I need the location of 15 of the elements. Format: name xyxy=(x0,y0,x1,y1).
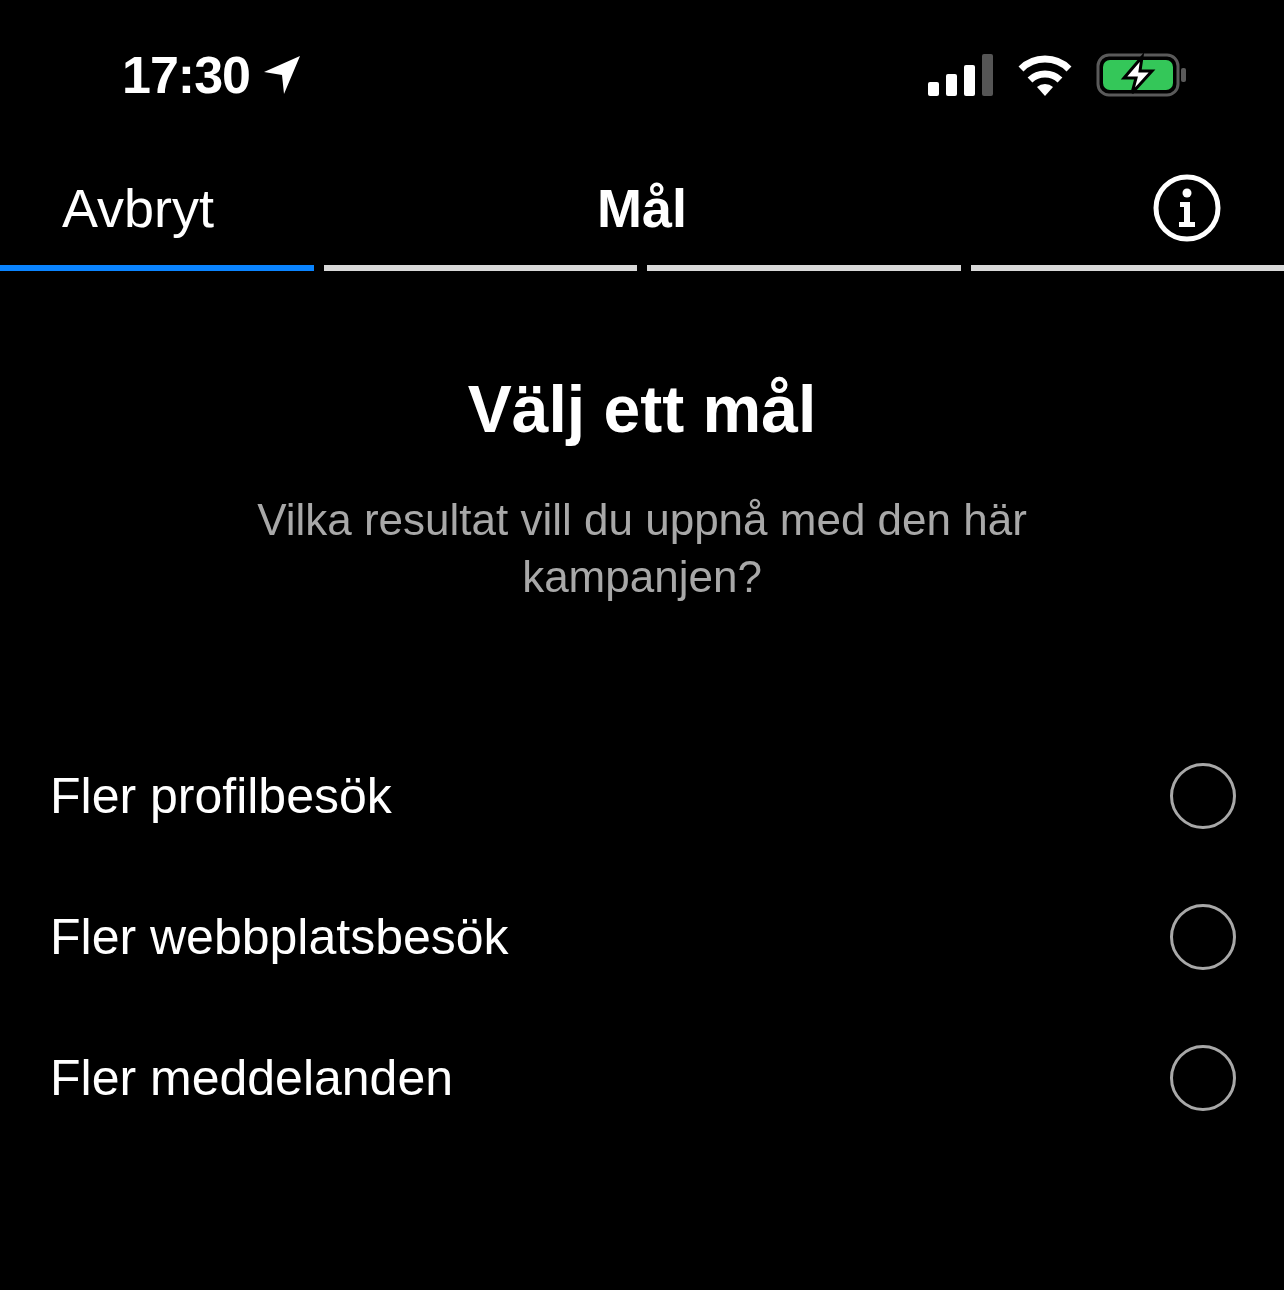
status-time: 17:30 xyxy=(122,45,250,105)
info-icon[interactable] xyxy=(1152,172,1222,243)
option-label: Fler webbplatsbesök xyxy=(50,907,509,966)
radio-button[interactable] xyxy=(1170,1044,1236,1111)
radio-button[interactable] xyxy=(1170,903,1236,970)
option-label: Fler meddelanden xyxy=(50,1048,454,1107)
subtitle: Vilka resultat vill du uppnå med den här kampanjen? xyxy=(256,494,1028,603)
wifi-icon xyxy=(1016,54,1074,96)
location-arrow-icon xyxy=(262,54,302,96)
screen-title: Mål xyxy=(597,176,687,239)
signal-icon xyxy=(928,54,994,96)
cancel-button[interactable]: Avbryt xyxy=(62,176,215,239)
heading: Välj ett mål xyxy=(466,371,818,447)
option-label: Fler profilbesök xyxy=(50,766,392,825)
radio-button[interactable] xyxy=(1170,762,1236,829)
